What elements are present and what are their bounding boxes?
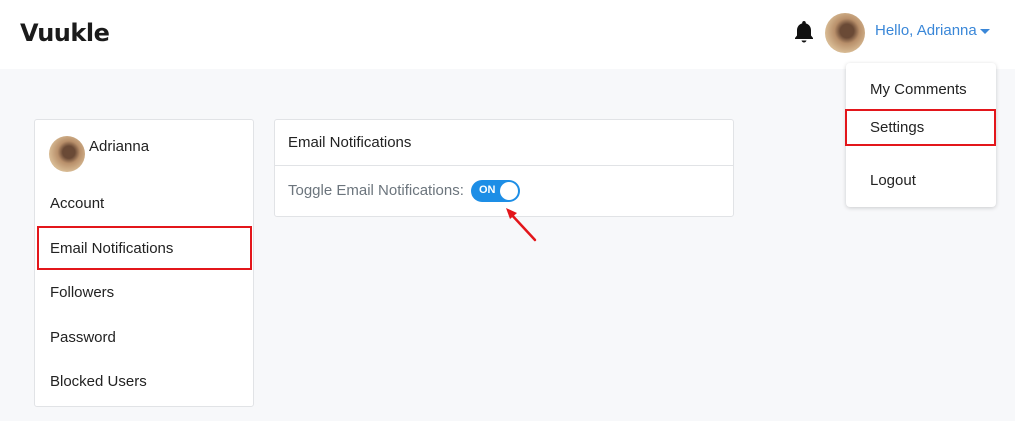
menu-item-my-comments[interactable]: My Comments (870, 81, 967, 98)
sidebar-item-account[interactable]: Account (50, 195, 104, 212)
user-avatar[interactable] (825, 13, 865, 53)
toggle-state-text: ON (479, 184, 496, 196)
user-menu-toggle[interactable]: Hello, Adrianna (875, 22, 977, 39)
card-title: Email Notifications (288, 134, 412, 151)
sidebar-item-blocked-users[interactable]: Blocked Users (50, 373, 147, 390)
email-notifications-card: Email Notifications Toggle Email Notific… (274, 119, 734, 217)
toggle-knob (500, 182, 518, 200)
sidebar-user-name: Adrianna (89, 138, 150, 155)
caret-down-icon[interactable] (980, 29, 990, 34)
sidebar-avatar (49, 136, 85, 172)
top-navbar: Vuukle Hello, Adrianna (0, 0, 1015, 69)
sidebar-item-followers[interactable]: Followers (50, 284, 114, 301)
brand-logo[interactable]: Vuukle (20, 19, 110, 47)
toggle-label: Toggle Email Notifications: (288, 182, 464, 199)
menu-item-logout[interactable]: Logout (870, 172, 916, 189)
bell-icon[interactable] (792, 19, 816, 45)
settings-highlight-box (845, 109, 996, 146)
sidebar-item-password[interactable]: Password (50, 329, 116, 346)
email-notifications-highlight-box (37, 226, 252, 270)
email-notifications-toggle[interactable]: ON (471, 180, 520, 202)
card-header: Email Notifications (275, 120, 733, 166)
red-arrow-icon (506, 208, 537, 242)
